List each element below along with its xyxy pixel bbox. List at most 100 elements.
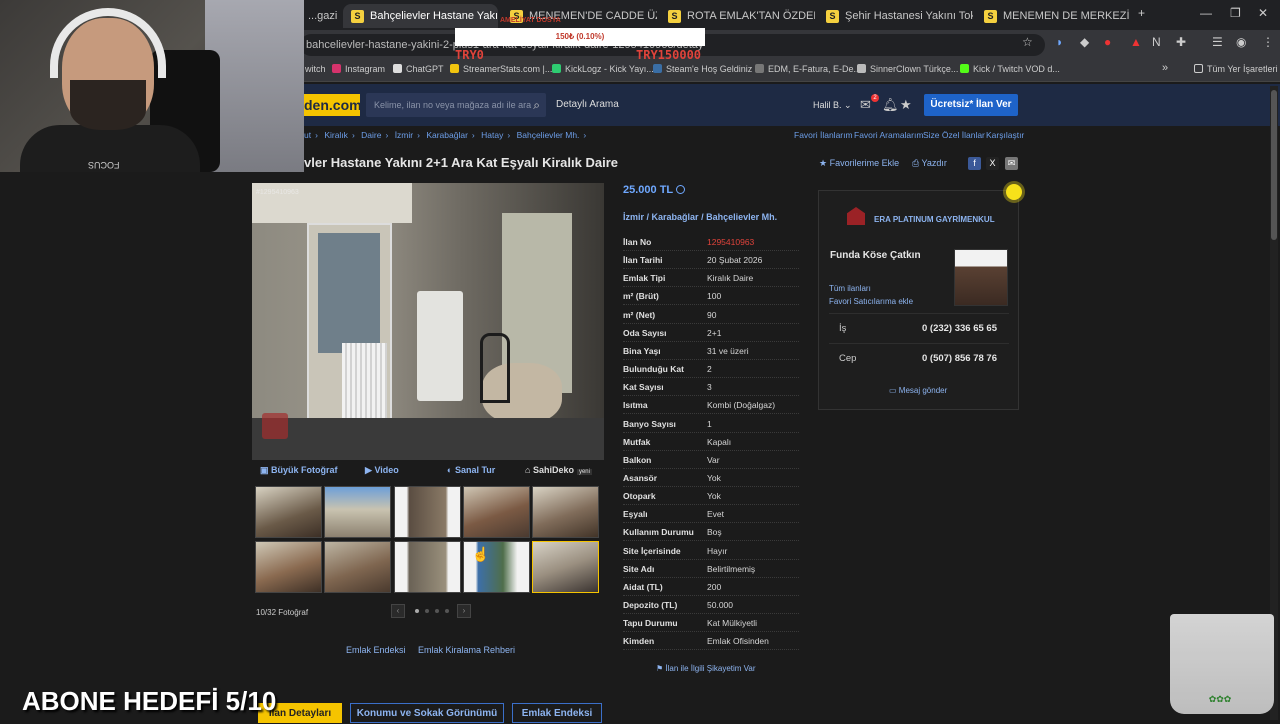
photo-watermark: #1295410963 bbox=[256, 189, 299, 196]
agency-name[interactable]: ERA PLATINUM GAYRİMENKUL bbox=[874, 215, 995, 224]
compare-link[interactable]: Karşılaştır bbox=[986, 130, 1024, 140]
location-district[interactable]: Karabağlar bbox=[652, 212, 699, 222]
browser-tab[interactable]: ...gazi bbox=[300, 4, 340, 28]
complaint-link[interactable]: ⚑ İlan ile İlgili Şikayetim Var bbox=[656, 664, 756, 673]
bookmark[interactable]: Steam'e Hoş Geldiniz bbox=[653, 64, 752, 74]
add-favorite-button[interactable]: ★ Favorilerime Ekle bbox=[819, 158, 899, 169]
bookmark[interactable]: SinnerClown Türkçe... bbox=[857, 64, 958, 74]
x-twitter-icon[interactable]: X bbox=[986, 157, 999, 170]
main-photo[interactable]: #1295410963 bbox=[252, 183, 604, 460]
favorite-listings-link[interactable]: Favori İlanlarım bbox=[794, 130, 853, 140]
breadcrumb: ut › Kiralık › Daire › İzmir › Karabağlar › H… bbox=[304, 130, 590, 140]
photo-thumbnail[interactable] bbox=[532, 486, 599, 538]
bookmark[interactable]: witch bbox=[305, 64, 326, 74]
close-window-icon[interactable]: ✕ bbox=[1258, 6, 1268, 20]
photo-thumbnail[interactable] bbox=[324, 541, 391, 593]
info-icon[interactable] bbox=[676, 185, 685, 194]
all-listings-link[interactable]: Tüm ilanları bbox=[829, 284, 871, 293]
send-message-label: Mesaj gönder bbox=[898, 386, 948, 395]
photo-thumbnail[interactable] bbox=[394, 541, 461, 593]
detail-label: m² (Net) bbox=[623, 309, 656, 320]
extension-icon[interactable]: N bbox=[1152, 35, 1161, 49]
chevron-right-icon[interactable]: › bbox=[457, 604, 471, 618]
extension-icon[interactable]: ▲ bbox=[1130, 35, 1142, 49]
extension-icon[interactable]: ● bbox=[1104, 35, 1111, 49]
breadcrumb-item[interactable]: Bahçelievler Mh. bbox=[517, 130, 580, 140]
photo-thumbnail[interactable] bbox=[394, 486, 461, 538]
breadcrumb-item[interactable]: ut bbox=[304, 130, 311, 140]
breadcrumb-item[interactable]: Karabağlar bbox=[426, 130, 468, 140]
tab-real-estate-index[interactable]: Emlak Endeksi bbox=[512, 703, 602, 723]
detailed-search-link[interactable]: Detaylı Arama bbox=[556, 99, 619, 110]
photo-thumbnail[interactable] bbox=[324, 486, 391, 538]
browser-tab-active[interactable]: SBahçelievler Hastane Yakını 2+✕ bbox=[343, 4, 498, 28]
minimize-icon[interactable]: — bbox=[1200, 6, 1212, 20]
tab-video[interactable]: ▶ Video bbox=[365, 465, 399, 476]
photo-thumbnail[interactable] bbox=[463, 486, 530, 538]
photo-detail bbox=[417, 291, 463, 401]
bookmark[interactable]: EDM, E-Fatura, E-De... bbox=[755, 64, 861, 74]
bookmark-label: Tüm Yer İşaretleri bbox=[1207, 64, 1278, 74]
puzzle-icon[interactable]: ✚ bbox=[1176, 35, 1186, 49]
all-bookmarks[interactable]: Tüm Yer İşaretleri bbox=[1194, 64, 1278, 74]
pager-dot[interactable] bbox=[435, 609, 439, 613]
chevron-right-icon[interactable]: » bbox=[1162, 62, 1168, 74]
tab-virtual-tour[interactable]: ◐ Sanal Tur bbox=[447, 465, 495, 475]
phone-number[interactable]: 0 (507) 856 78 76 bbox=[922, 353, 997, 364]
tab-sahideko[interactable]: ⌂ SahiDeko yeni bbox=[525, 465, 592, 475]
special-listings-link[interactable]: Size Özel İlanlar bbox=[923, 130, 985, 140]
tab-large-photo[interactable]: ▣ Büyük Fotoğraf bbox=[260, 465, 338, 476]
browser-tab[interactable]: SMENEMEN'DE CADDE ÜZERİNE✕ bbox=[502, 4, 657, 28]
mail-share-icon[interactable]: ✉ bbox=[1005, 157, 1018, 170]
agency-logo[interactable] bbox=[847, 207, 865, 225]
pager-dot[interactable] bbox=[445, 609, 449, 613]
extension-icon[interactable]: ◗ bbox=[1056, 35, 1063, 49]
real-estate-index-link[interactable]: Emlak Endeksi bbox=[346, 645, 406, 655]
bell-icon[interactable]: 🔔︎ bbox=[882, 97, 899, 113]
favorite-seller-link[interactable]: Favori Satıcılarıma ekle bbox=[829, 297, 913, 306]
pager-dot[interactable] bbox=[415, 609, 419, 613]
location-city[interactable]: İzmir bbox=[623, 212, 644, 222]
mail-icon[interactable]: ✉ bbox=[860, 97, 871, 113]
browser-tab[interactable]: SROTA EMLAK'TAN ÖZDERE ÇU✕ bbox=[660, 4, 815, 28]
photo-thumbnail[interactable] bbox=[255, 486, 322, 538]
bookmark[interactable]: Instagram bbox=[332, 64, 385, 74]
bookmark[interactable]: Kick / Twitch VOD d... bbox=[960, 64, 1060, 74]
new-tab-icon[interactable]: + bbox=[1138, 6, 1145, 20]
browser-tab[interactable]: SŞehir Hastanesi Yakını Toki'de✕ bbox=[818, 4, 973, 28]
favorite-searches-link[interactable]: Favori Aramalarım bbox=[854, 130, 923, 140]
bookmark[interactable]: ChatGPT bbox=[393, 64, 444, 74]
search-icon[interactable]: ⌕ bbox=[533, 93, 540, 117]
chevron-left-icon[interactable]: ‹ bbox=[391, 604, 405, 618]
phone-number[interactable]: 0 (232) 336 65 65 bbox=[922, 323, 997, 334]
search-input[interactable]: Kelime, ilan no veya mağaza adı ile ara ⌕ bbox=[366, 93, 546, 117]
star-icon[interactable]: ★ bbox=[900, 97, 912, 113]
photo-thumbnail-active[interactable] bbox=[532, 541, 599, 593]
breadcrumb-item[interactable]: Kiralık bbox=[324, 130, 348, 140]
sidebar-icon[interactable]: ☰ bbox=[1212, 35, 1223, 49]
photo-count: 10/32 Fotoğraf bbox=[256, 608, 309, 617]
browser-tab[interactable]: SMENEMEN DE MERKEZİ YERDE✕ bbox=[976, 4, 1131, 28]
facebook-icon[interactable]: f bbox=[968, 157, 981, 170]
menu-icon[interactable]: ⋮ bbox=[1262, 35, 1274, 49]
print-button[interactable]: ⎙ Yazdır bbox=[912, 158, 947, 169]
photo-thumbnail[interactable] bbox=[255, 541, 322, 593]
breadcrumb-item[interactable]: İzmir bbox=[395, 130, 413, 140]
scrollbar-thumb[interactable] bbox=[1271, 90, 1277, 240]
bookmark[interactable]: StreamerStats.com |... bbox=[450, 64, 552, 74]
site-logo[interactable]: den.com bbox=[300, 94, 362, 116]
extension-icon[interactable]: ◆ bbox=[1080, 35, 1089, 49]
post-ad-button[interactable]: Ücretsiz* İlan Ver bbox=[924, 94, 1018, 116]
bookmark-star-icon[interactable]: ☆ bbox=[1022, 35, 1033, 49]
profile-icon[interactable]: ◉ bbox=[1236, 35, 1246, 49]
location-neighborhood[interactable]: Bahçelievler Mh. bbox=[706, 212, 777, 222]
user-menu[interactable]: Halil B. ⌄ bbox=[813, 100, 852, 111]
send-message-link[interactable]: ▭ Mesaj gönder bbox=[889, 386, 947, 395]
rental-guide-link[interactable]: Emlak Kiralama Rehberi bbox=[418, 645, 515, 655]
breadcrumb-item[interactable]: Daire bbox=[361, 130, 381, 140]
breadcrumb-item[interactable]: Hatay bbox=[481, 130, 503, 140]
maximize-icon[interactable]: ❐ bbox=[1230, 6, 1241, 20]
tab-location-street-view[interactable]: Konumu ve Sokak Görünümü bbox=[350, 703, 504, 723]
pager-dot[interactable] bbox=[425, 609, 429, 613]
bookmark[interactable]: KickLogz - Kick Yayı... bbox=[552, 64, 654, 74]
